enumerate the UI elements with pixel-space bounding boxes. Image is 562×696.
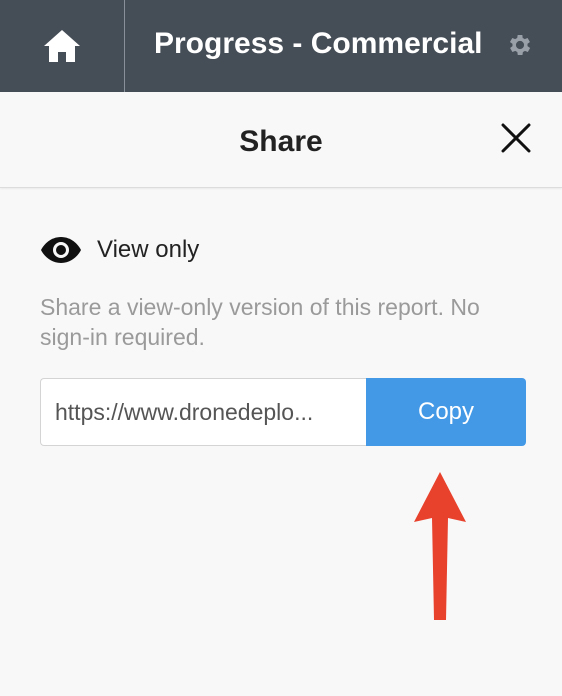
copy-button[interactable]: Copy <box>366 378 526 446</box>
settings-button[interactable] <box>505 30 535 60</box>
page-title: Progress - Commercial <box>154 27 483 60</box>
share-link-field[interactable] <box>40 378 367 446</box>
share-panel-header: Share <box>0 92 562 188</box>
panel-title: Share <box>239 125 323 158</box>
top-bar: Progress - Commercial <box>0 0 562 92</box>
home-button[interactable] <box>0 0 124 92</box>
eye-icon <box>41 237 81 263</box>
header-divider <box>124 0 125 92</box>
view-only-option: View only <box>40 228 199 272</box>
share-description: Share a view-only version of this report… <box>40 294 480 350</box>
gear-icon <box>509 34 531 56</box>
red-arrow-icon <box>414 472 466 620</box>
view-only-label: View only <box>97 236 200 263</box>
home-icon <box>44 30 80 62</box>
close-icon <box>501 123 531 153</box>
close-button[interactable] <box>496 118 536 158</box>
